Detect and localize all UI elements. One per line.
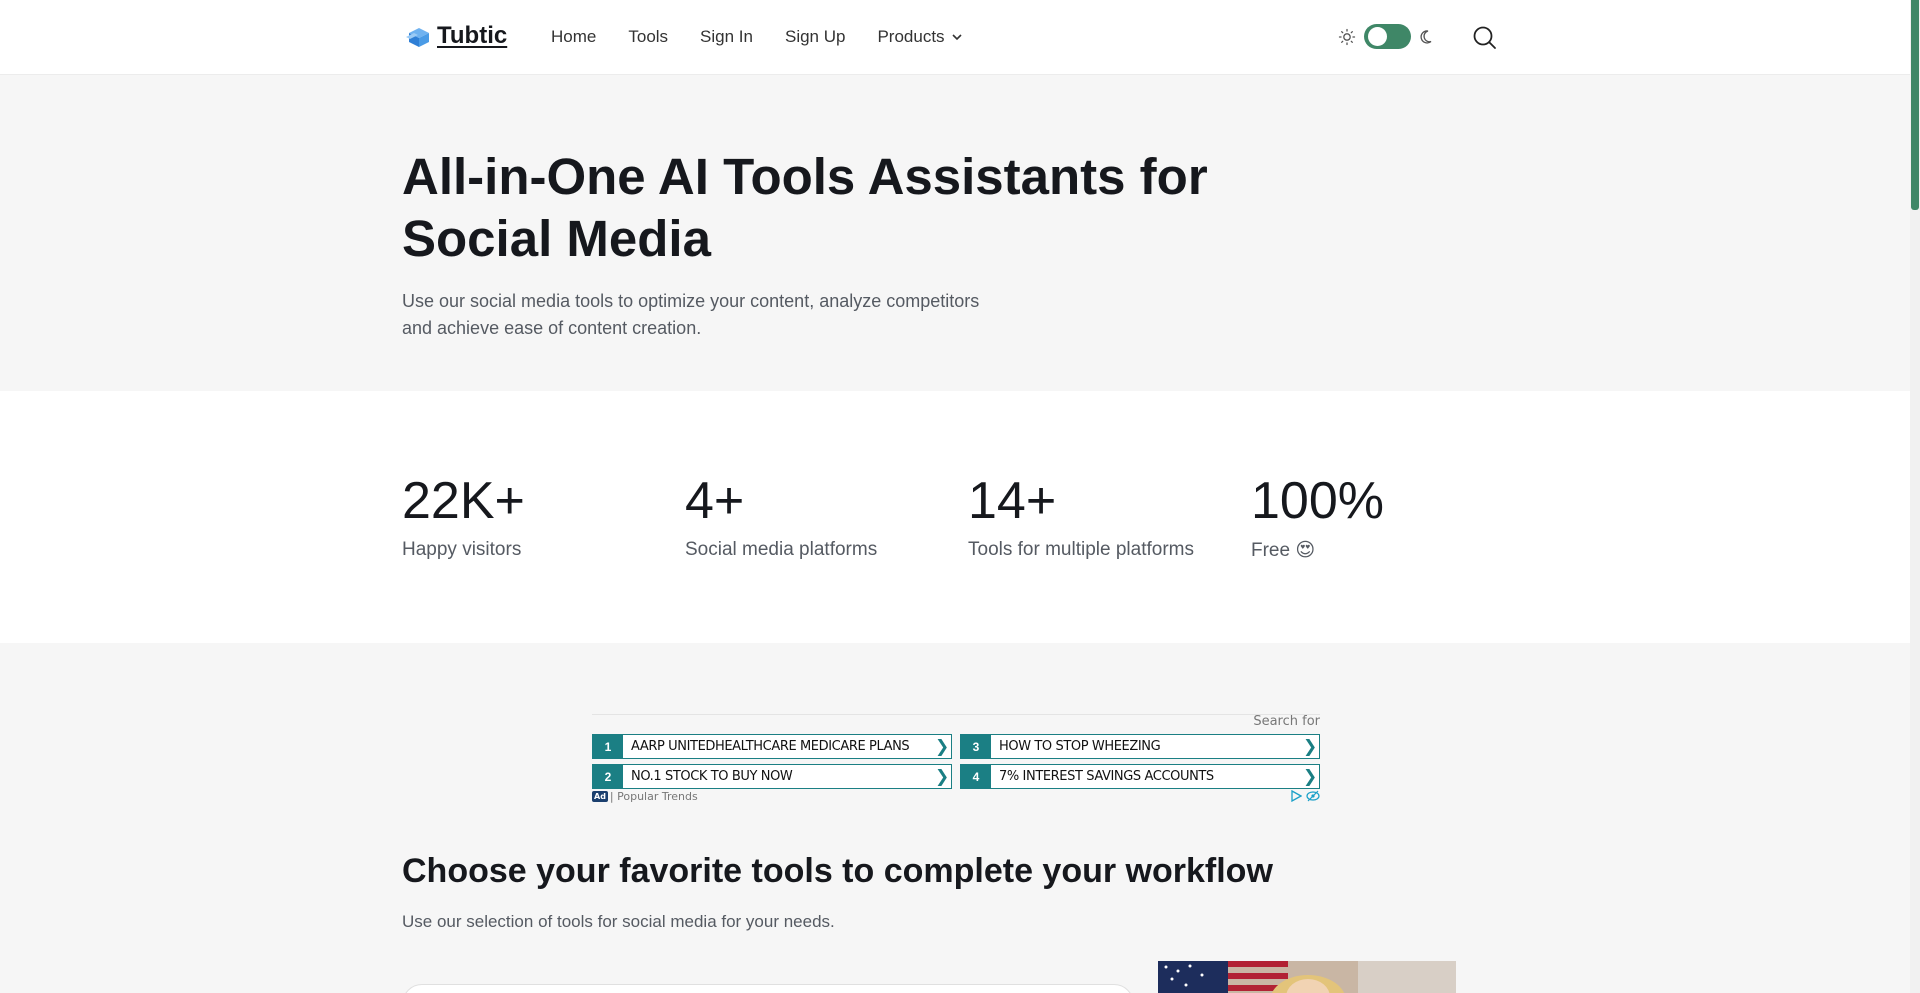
ad-footer: Ad | Popular Trends [592, 790, 698, 803]
side-ad-image[interactable] [1158, 961, 1456, 993]
ad-number: 1 [593, 735, 623, 758]
theme-switch-knob [1368, 27, 1387, 46]
stat-label: Happy visitors [402, 539, 522, 560]
ad-text: AARP UNITEDHEALTHCARE MEDICARE PLANS [631, 739, 910, 754]
logo-link[interactable]: Tubtic [405, 22, 507, 50]
stat-label: Tools for multiple platforms [968, 539, 1194, 560]
theme-toggle [1338, 24, 1437, 49]
ad-text: HOW TO STOP WHEEZING [999, 739, 1161, 754]
tubtic-logo-icon [405, 23, 433, 49]
stat-tools: 14+ Tools for multiple platforms [968, 471, 1194, 561]
search-icon [1473, 26, 1496, 49]
nav-products[interactable]: Products [877, 27, 962, 47]
ad-link-1[interactable]: 1 AARP UNITEDHEALTHCARE MEDICARE PLANS ❯ [592, 734, 952, 759]
stat-value: 22K+ [402, 472, 525, 530]
stat-value: 4+ [685, 472, 745, 530]
hero-subtitle-line2: and achieve ease of content creation. [402, 318, 702, 338]
search-button[interactable] [1472, 25, 1498, 51]
ad-number: 2 [593, 765, 623, 788]
ad-badge: Ad [592, 791, 608, 802]
main-nav: Home Tools Sign In Sign Up Products [551, 27, 963, 47]
ad-text: NO.1 STOCK TO BUY NOW [631, 769, 793, 784]
ad-choices[interactable] [1290, 790, 1320, 802]
logo-text: Tubtic [437, 22, 508, 49]
hero-title: All-in-One AI Tools Assistants for Socia… [402, 146, 1302, 270]
page-scrollbar[interactable] [1910, 0, 1920, 993]
stat-free: 100% Free 😍 [1251, 471, 1384, 562]
site-header: Tubtic Home Tools Sign In Sign Up Produc… [0, 0, 1910, 75]
stat-value: 100% [1251, 472, 1384, 530]
ad-link-4[interactable]: 4 7% INTEREST SAVINGS ACCOUNTS ❯ [960, 764, 1320, 789]
ad-number: 4 [961, 765, 991, 788]
nav-home[interactable]: Home [551, 27, 596, 47]
stat-value: 14+ [968, 472, 1057, 530]
hero-title-line2: Social Media [402, 210, 711, 267]
nav-sign-in[interactable]: Sign In [700, 27, 753, 47]
stat-platforms: 4+ Social media platforms [685, 471, 877, 561]
hero-title-line1: All-in-One AI Tools Assistants for [402, 148, 1208, 205]
stat-label: Free 😍 [1251, 540, 1316, 561]
ad-hide-eye-icon[interactable] [1306, 790, 1320, 802]
sun-icon [1338, 28, 1356, 45]
scrollbar-thumb[interactable] [1911, 0, 1919, 210]
ad-footer-text: | Popular Trends [609, 790, 698, 803]
ad-divider [592, 714, 1320, 715]
chevron-right-icon: ❯ [1303, 766, 1318, 786]
theme-switch[interactable] [1364, 24, 1411, 49]
ad-search-for: Search for [1253, 714, 1320, 729]
nav-tools[interactable]: Tools [628, 27, 668, 47]
nav-sign-up[interactable]: Sign Up [785, 27, 845, 47]
flag-photo-image [1158, 961, 1456, 993]
nav-products-label: Products [877, 27, 945, 46]
moon-icon [1420, 29, 1432, 44]
tool-card[interactable] [402, 984, 1134, 993]
ad-number: 3 [961, 735, 991, 758]
chevron-right-icon: ❯ [935, 736, 950, 756]
ad-block: Search for 1 AARP UNITEDHEALTHCARE MEDIC… [592, 714, 1320, 806]
stat-visitors: 22K+ Happy visitors [402, 471, 525, 561]
ad-text: 7% INTEREST SAVINGS ACCOUNTS [999, 769, 1214, 784]
stat-label: Social media platforms [685, 539, 878, 560]
hero-subtitle-line1: Use our social media tools to optimize y… [402, 291, 980, 311]
chevron-right-icon: ❯ [935, 766, 950, 786]
workflow-title: Choose your favorite tools to complete y… [402, 852, 1273, 890]
hero-subtitle: Use our social media tools to optimize y… [402, 288, 1042, 342]
ad-link-2[interactable]: 2 NO.1 STOCK TO BUY NOW ❯ [592, 764, 952, 789]
workflow-subtitle: Use our selection of tools for social me… [402, 912, 835, 931]
chevron-down-icon [951, 34, 962, 41]
chevron-right-icon: ❯ [1303, 736, 1318, 756]
stats-section: 22K+ Happy visitors 4+ Social media plat… [0, 391, 1910, 643]
adchoices-play-icon[interactable] [1290, 790, 1302, 802]
ad-link-3[interactable]: 3 HOW TO STOP WHEEZING ❯ [960, 734, 1320, 759]
